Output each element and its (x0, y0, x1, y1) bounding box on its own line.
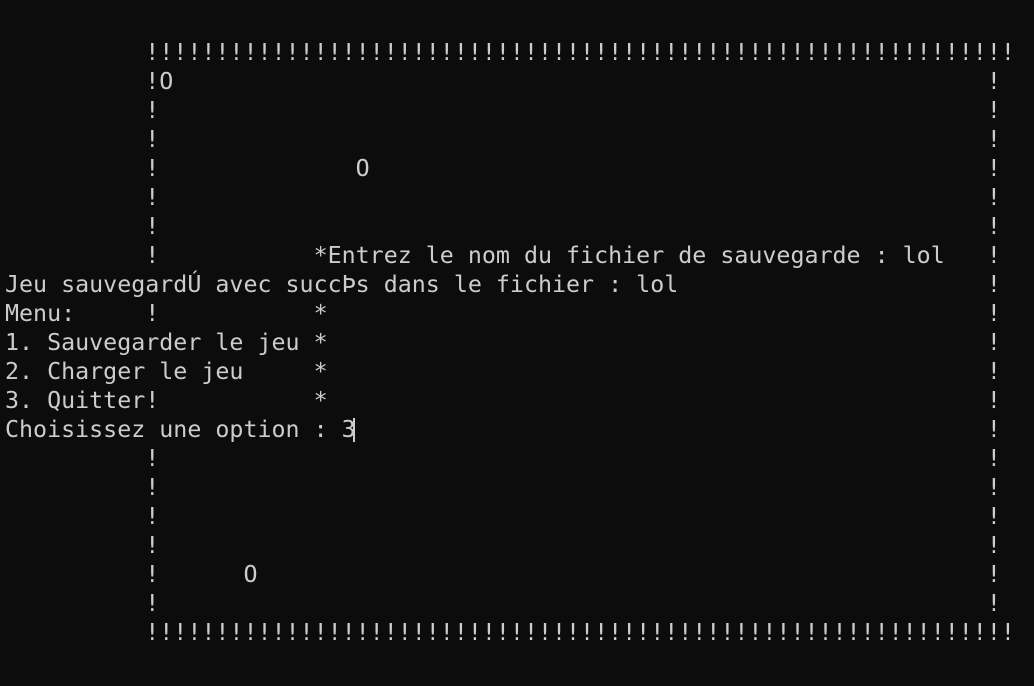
game-board-row: ! O ! (5, 155, 1001, 182)
terminal-window[interactable]: !!!!!!!!!!!!!!!!!!!!!!!!!!!!!!!!!!!!!!!!… (0, 38, 1034, 678)
game-board-row: ! ! (5, 532, 1001, 559)
game-board-row: ! ! (5, 213, 1001, 240)
game-board-row: ! ! (5, 184, 1001, 211)
game-board-top-border: !!!!!!!!!!!!!!!!!!!!!!!!!!!!!!!!!!!!!!!!… (5, 39, 1015, 66)
game-board-row: ! ! (5, 97, 1001, 124)
option-input-line[interactable]: Choisissez une option : 3 ! (5, 415, 1001, 444)
game-board-row: ! ! (5, 445, 1001, 472)
text-cursor (353, 418, 355, 442)
game-board-row: !O ! (5, 68, 1001, 95)
menu-option-save: 1. Sauvegarder le jeu * ! (5, 329, 1001, 356)
game-board-row: ! ! (5, 126, 1001, 153)
save-filename-prompt: ! *Entrez le nom du fichier de sauvegard… (5, 242, 1001, 269)
game-board-row: ! ! (5, 474, 1001, 501)
game-board-row: ! ! (5, 590, 1001, 617)
save-success-message: Jeu sauvegardÚ avec succÞs dans le fichi… (5, 271, 1001, 298)
game-board-bottom-border: !!!!!!!!!!!!!!!!!!!!!!!!!!!!!!!!!!!!!!!!… (5, 619, 1015, 646)
menu-title: Menu: ! * ! (5, 300, 1001, 327)
menu-option-load: 2. Charger le jeu * ! (5, 358, 1001, 385)
game-board-row: ! ! (5, 503, 1001, 530)
game-board-row: ! O ! (5, 561, 1001, 588)
menu-option-quit: 3. Quitter! * ! (5, 387, 1001, 414)
